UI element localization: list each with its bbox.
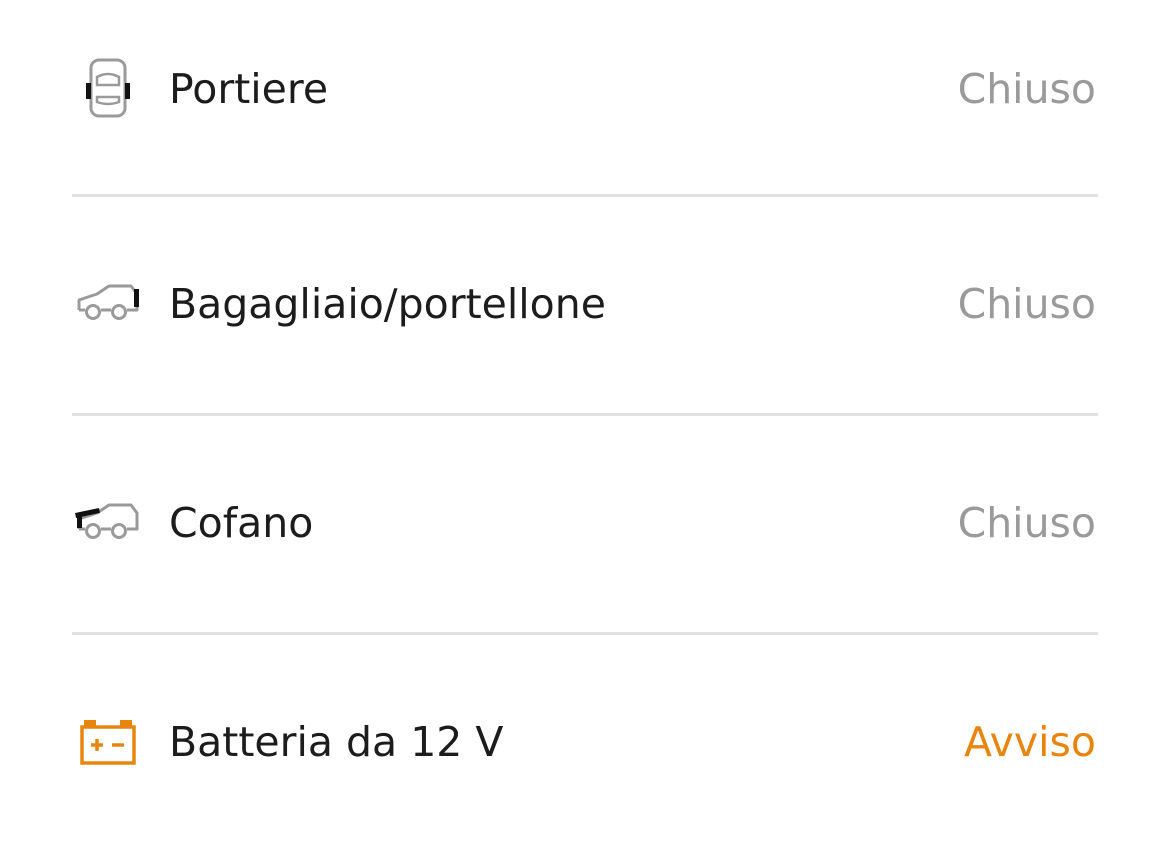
row-label: Cofano (169, 499, 314, 547)
status-value: Chiuso (957, 499, 1096, 547)
status-value: Chiuso (957, 65, 1096, 113)
status-value: Chiuso (957, 280, 1096, 328)
row-label: Bagagliaio/portellone (169, 280, 606, 328)
status-value: Avviso (963, 718, 1096, 766)
car-doors-icon (74, 57, 142, 121)
divider (72, 413, 1098, 416)
row-label: Portiere (169, 65, 329, 113)
divider (72, 632, 1098, 635)
car-tailgate-icon (74, 272, 142, 336)
row-label: Batteria da 12 V (169, 718, 504, 766)
divider (72, 194, 1098, 197)
status-row-doors[interactable]: Portiere Chiuso (0, 34, 1170, 144)
car-hood-icon (74, 491, 142, 555)
status-row-tailgate[interactable]: Bagagliaio/portellone Chiuso (0, 249, 1170, 359)
vehicle-status-list: Portiere Chiuso Bagagliaio/portellone Ch… (0, 0, 1170, 858)
status-row-battery[interactable]: Batteria da 12 V Avviso (0, 687, 1170, 797)
battery-icon (74, 710, 142, 774)
status-row-hood[interactable]: Cofano Chiuso (0, 468, 1170, 578)
